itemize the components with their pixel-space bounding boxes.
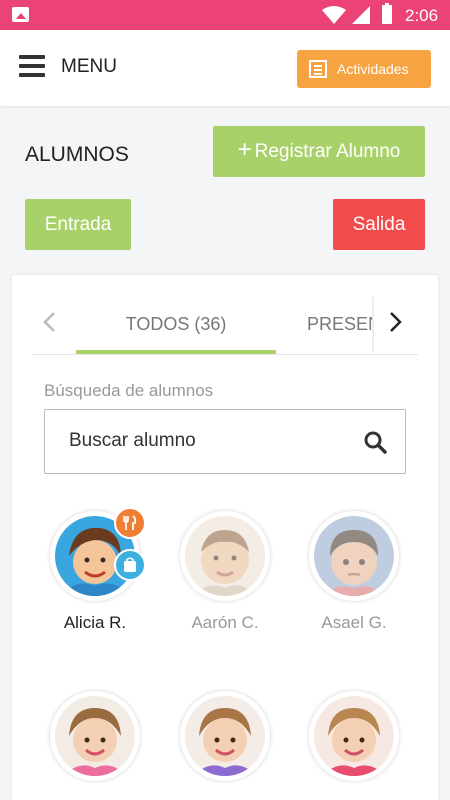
avatar xyxy=(180,691,270,781)
wifi-icon xyxy=(322,6,346,24)
avatar xyxy=(309,511,399,601)
student-card-asael[interactable]: Asael G. xyxy=(289,511,419,633)
student-name: Alicia R. xyxy=(63,613,127,632)
student-card-6[interactable] xyxy=(289,691,419,793)
activities-button-label: Actividades xyxy=(337,61,409,77)
tab-divider xyxy=(372,297,374,353)
food-icon xyxy=(114,507,146,539)
tab-todos[interactable]: TODOS (36) xyxy=(76,300,276,354)
tabs-underline xyxy=(32,354,418,355)
chevron-right-icon[interactable] xyxy=(389,311,403,339)
student-photo xyxy=(185,516,265,596)
status-time: 2:06 xyxy=(405,6,439,25)
exit-button[interactable]: Salida xyxy=(333,199,425,250)
activities-button[interactable]: Actividades xyxy=(297,50,431,88)
student-photo xyxy=(314,516,394,596)
register-student-button[interactable]: + Registrar Alumno xyxy=(213,126,425,177)
student-card-4[interactable] xyxy=(30,691,160,793)
hamburger-menu-icon[interactable] xyxy=(19,55,45,77)
menu-label[interactable]: MENU xyxy=(61,56,117,78)
student-card-alicia[interactable]: Alicia R. xyxy=(30,507,160,633)
plus-icon: + xyxy=(237,136,252,163)
student-name: Asael G. xyxy=(321,613,387,632)
student-name: Aarón C. xyxy=(191,613,259,632)
image-notification-icon xyxy=(12,7,29,22)
avatar xyxy=(50,507,146,601)
activities-icon xyxy=(309,60,327,78)
status-bar: 2:06 xyxy=(0,0,450,30)
student-photo xyxy=(314,696,394,776)
signal-icon xyxy=(352,6,370,24)
student-photo xyxy=(55,696,135,776)
avatar xyxy=(50,691,140,781)
avatar xyxy=(309,691,399,781)
chevron-left-icon[interactable] xyxy=(42,311,56,339)
register-student-label: Registrar Alumno xyxy=(254,140,401,162)
search-icon[interactable] xyxy=(363,430,387,454)
student-card-aaron[interactable]: Aarón C. xyxy=(160,511,290,633)
bag-icon xyxy=(114,549,146,581)
students-card: TODOS (36) PRESENTES Búsqueda de alumnos xyxy=(12,275,438,800)
student-card-5[interactable] xyxy=(160,691,290,793)
battery-icon xyxy=(382,3,392,24)
search-box xyxy=(44,409,406,474)
search-label: Búsqueda de alumnos xyxy=(44,381,214,400)
student-photo xyxy=(185,696,265,776)
page-title: ALUMNOS xyxy=(25,143,129,166)
tab-presentes[interactable]: PRESENTES xyxy=(307,314,373,335)
entry-button[interactable]: Entrada xyxy=(25,199,131,250)
avatar xyxy=(180,511,270,601)
search-input[interactable] xyxy=(69,430,349,452)
app-header: MENU Actividades xyxy=(0,30,450,106)
